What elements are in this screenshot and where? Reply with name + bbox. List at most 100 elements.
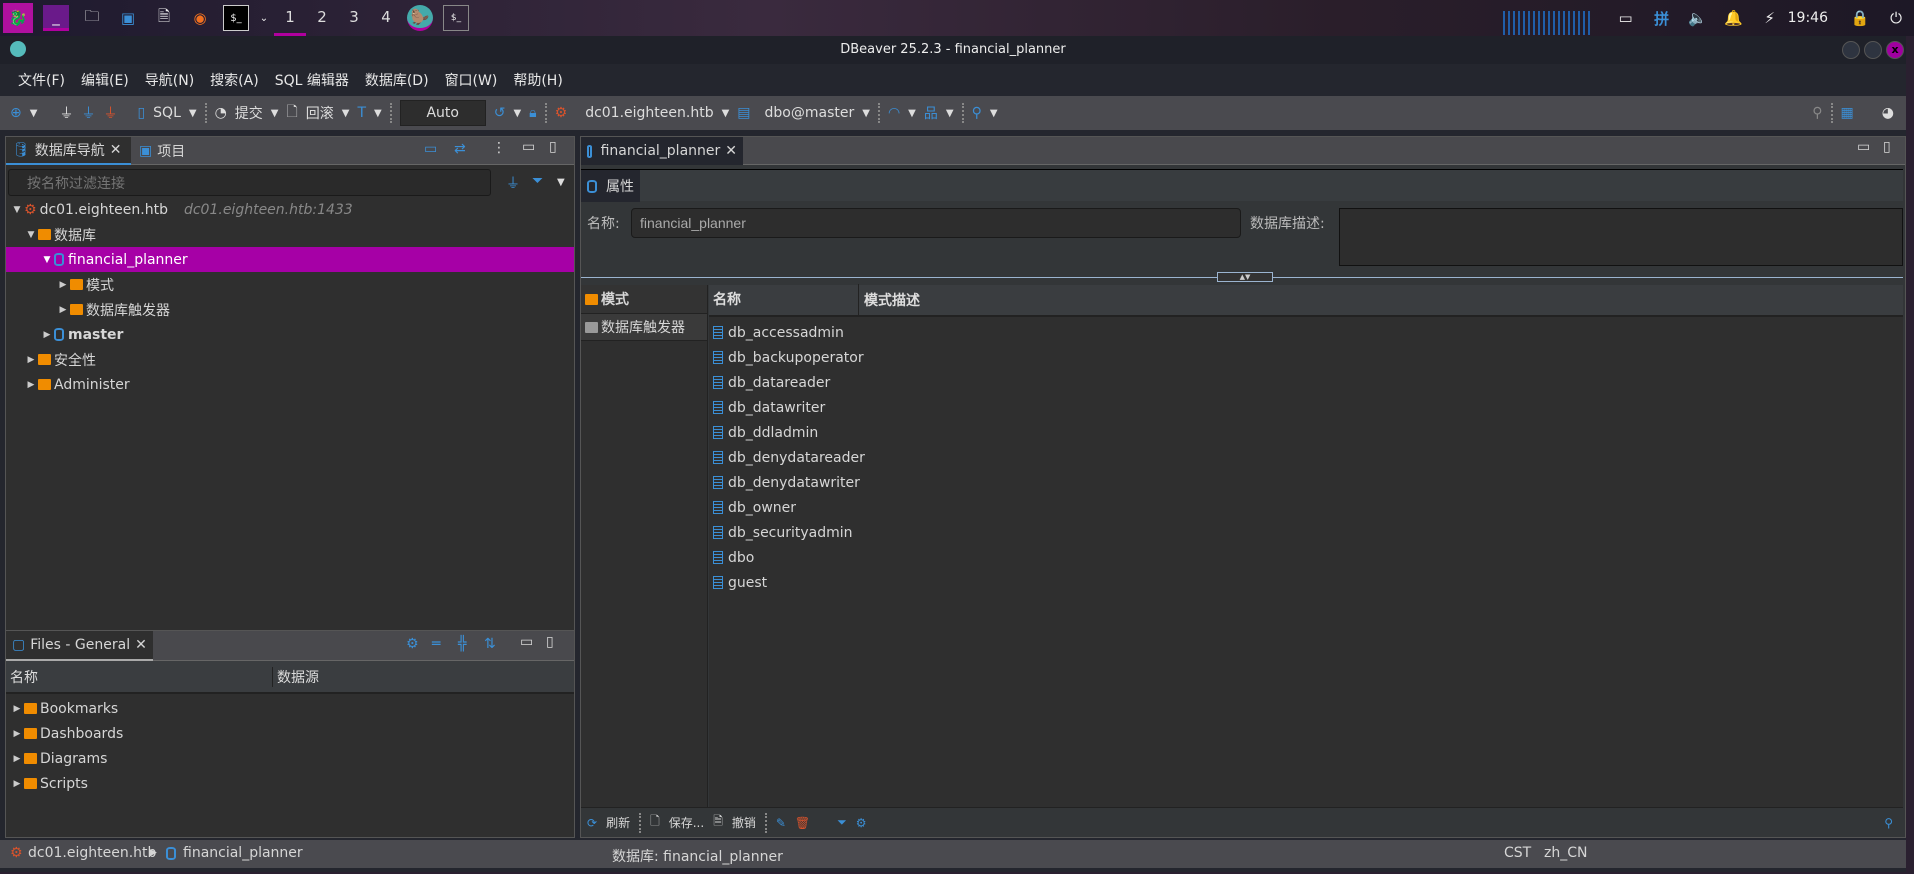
dbeaver-perspective-icon[interactable]: ◕ [1882, 105, 1894, 121]
close-icon[interactable]: ✕ [135, 637, 147, 653]
menu-navigate[interactable]: 导航(N) [137, 70, 202, 90]
filter-icon[interactable]: ⏷ [532, 173, 543, 189]
volume-icon[interactable]: 🔈 [1685, 5, 1711, 31]
chevron-down-icon[interactable]: ▼ [722, 108, 730, 119]
rollback-button[interactable]: 回滚 [306, 103, 334, 123]
chevron-down-icon[interactable]: ▼ [271, 108, 279, 119]
new-connection-icon[interactable]: ⊕ [10, 105, 22, 121]
file-manager-icon[interactable]: 🗀 [79, 5, 105, 31]
menu-search[interactable]: 搜索(A) [202, 70, 267, 90]
connection-filter-input[interactable] [8, 169, 491, 196]
chevron-down-icon[interactable]: ▼ [30, 108, 38, 119]
rollback-icon[interactable]: 🗋 [287, 101, 298, 125]
tree-item-databases[interactable]: ▼ 数据库 [6, 222, 574, 247]
edit-icon[interactable]: ✎ [776, 816, 786, 830]
tree-item-master[interactable]: ▶ master [6, 322, 574, 347]
tree-item-security[interactable]: ▶ 安全性 [6, 347, 574, 372]
chevron-down-icon[interactable]: ▼ [946, 108, 954, 119]
refresh-icon[interactable]: ⟳ [587, 816, 597, 830]
lock-icon[interactable]: 🔒 [1847, 5, 1873, 31]
network-icon[interactable]: ▭ [1613, 5, 1639, 31]
database-description-field[interactable] [1339, 208, 1903, 266]
schema-row[interactable]: db_owner [709, 495, 1903, 520]
sql-button[interactable]: SQL [153, 105, 181, 121]
splitter-toggle[interactable]: ▲▼ [1217, 272, 1273, 282]
history-icon[interactable]: ↺ [494, 105, 506, 121]
logout-icon[interactable]: ⏻ [1883, 5, 1909, 31]
link-icon[interactable]: ⇅ [484, 636, 496, 652]
reconnect-icon[interactable]: ⏚ [81, 103, 95, 123]
commit-button[interactable]: 提交 [235, 103, 263, 123]
tree-item-triggers[interactable]: ▶ 数据库触发器 [6, 297, 574, 322]
view-menu-icon[interactable]: ⋮ [492, 140, 506, 156]
status-database[interactable]: financial_planner [183, 845, 303, 861]
schema-row[interactable]: db_denydatareader [709, 445, 1903, 470]
commit-icon[interactable]: ◔ [215, 105, 227, 121]
minimize-icon[interactable]: ▭ [1857, 139, 1870, 155]
connect-icon[interactable]: ⏚ [59, 103, 73, 123]
lock-icon[interactable]: 🔒︎ [529, 105, 536, 121]
chevron-down-icon[interactable]: ⌄ [259, 5, 269, 31]
schema-row[interactable]: db_datareader [709, 370, 1903, 395]
chevron-down-icon[interactable]: ▼ [862, 108, 870, 119]
column-name[interactable]: 名称 [709, 284, 859, 316]
schema-row[interactable]: db_accessadmin [709, 320, 1903, 345]
menu-database[interactable]: 数据库(D) [357, 70, 437, 90]
chevron-down-icon[interactable]: ▼ [342, 108, 350, 119]
side-tab-schemas[interactable]: 模式 [581, 285, 707, 313]
chevron-down-icon[interactable]: ▼ [990, 108, 998, 119]
column-name[interactable]: 名称 [6, 666, 273, 687]
sql-editor-icon[interactable]: ▯ [137, 105, 145, 121]
terminal-task-icon[interactable]: $_ [443, 5, 469, 31]
collapse-all-icon[interactable]: ▭ [424, 141, 437, 157]
chevron-down-icon[interactable]: ▼ [557, 177, 565, 188]
pdf-icon[interactable]: 🗎 [151, 5, 177, 31]
tab-files-general[interactable]: ▢ Files - General ✕ [6, 631, 153, 661]
settings-icon[interactable]: ⚙ [406, 636, 419, 652]
delete-icon[interactable]: 🗑 [795, 816, 810, 830]
column-description[interactable]: 模式描述 [859, 290, 920, 310]
search-icon[interactable]: ⚲ [1884, 816, 1893, 830]
side-tab-triggers[interactable]: 数据库触发器 [581, 313, 707, 341]
maximize-icon[interactable]: ▯ [1883, 139, 1891, 155]
cancel-button[interactable]: 撤销 [732, 814, 756, 831]
menu-file[interactable]: 文件(F) [10, 70, 73, 90]
tree-item-administer[interactable]: ▶ Administer [6, 372, 574, 397]
schema-row[interactable]: db_securityadmin [709, 520, 1903, 545]
hierarchy-icon[interactable]: 品 [924, 103, 938, 123]
menu-help[interactable]: 帮助(H) [505, 70, 570, 90]
power-icon[interactable]: ⚡ [1757, 5, 1783, 31]
minimize-icon[interactable]: ▭ [520, 634, 533, 650]
schema-row[interactable]: db_datawriter [709, 395, 1903, 420]
schema-row[interactable]: guest [709, 570, 1903, 595]
settings-icon[interactable]: ⚙ [856, 816, 867, 830]
file-item-dashboards[interactable]: ▶ Dashboards [6, 721, 574, 746]
database-name-field[interactable] [631, 208, 1241, 238]
terminal-icon[interactable]: $_ [223, 5, 249, 31]
workspace-2[interactable]: 2 [306, 0, 338, 36]
tab-projects[interactable]: ▣ 项目 [133, 137, 191, 165]
quick-search-icon[interactable]: ⚲ [1812, 105, 1822, 121]
ime-icon[interactable]: 拼 [1649, 5, 1675, 31]
chevron-down-icon[interactable]: ▼ [374, 108, 382, 119]
firefox-icon[interactable]: ◉ [187, 5, 213, 31]
workspace-3[interactable]: 3 [338, 0, 370, 36]
menu-window[interactable]: 窗口(W) [437, 70, 506, 90]
minimize-button[interactable] [1842, 41, 1860, 59]
cancel-icon[interactable]: 🗎 [713, 812, 723, 833]
add-icon[interactable]: ╬ [458, 636, 466, 652]
remote-desktop-icon[interactable]: ▣ [115, 5, 141, 31]
transaction-icon[interactable]: T [357, 105, 366, 121]
tab-properties[interactable]: 属性 [581, 170, 640, 202]
tab-database-navigator[interactable]: 🛢︎ 数据库导航 ✕ [6, 137, 131, 165]
dbeaver-task-icon[interactable]: 🦫 [407, 5, 433, 31]
menu-sql-editor[interactable]: SQL 编辑器 [267, 70, 357, 90]
tree-item-financial-planner[interactable]: ▼ financial_planner [6, 247, 574, 272]
dashboard-icon[interactable]: ◠ [888, 105, 900, 121]
chevron-down-icon[interactable]: ▼ [513, 108, 521, 119]
save-icon[interactable]: 🗋 [650, 812, 660, 833]
workspace-1[interactable]: 1 [274, 0, 306, 36]
close-button[interactable]: x [1886, 41, 1904, 59]
active-schema-selector[interactable]: dbo@master [765, 105, 855, 121]
schema-row[interactable]: db_denydatawriter [709, 470, 1903, 495]
